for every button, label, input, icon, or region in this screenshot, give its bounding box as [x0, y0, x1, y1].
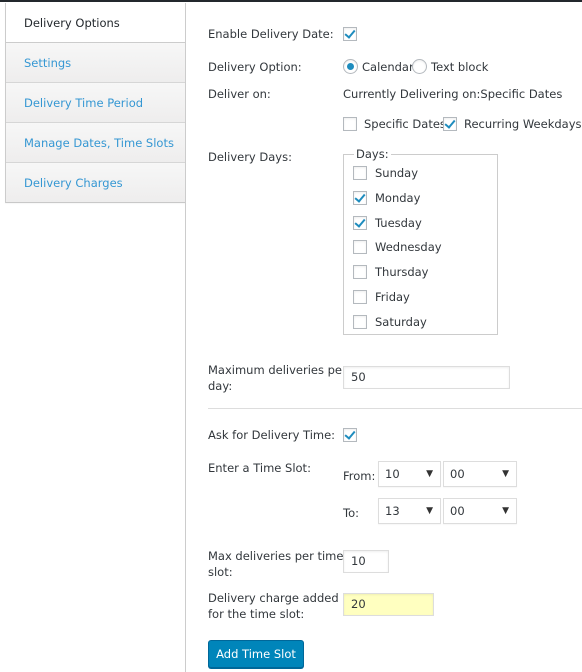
max-deliveries-per-day-label-line1: Maximum deliveries per: [208, 363, 347, 377]
enable-delivery-date-checkbox[interactable]: [343, 27, 357, 41]
thursday-checkbox[interactable]: [353, 265, 367, 279]
thursday-label: Thursday: [375, 265, 429, 279]
slot-charge-label-line2: for the time slot:: [208, 607, 305, 621]
from-hour-value: 10: [385, 467, 400, 481]
max-deliveries-per-day-label-line2: day:: [208, 379, 233, 393]
to-minute-select[interactable]: 00 ▼: [443, 498, 517, 524]
max-per-slot-input[interactable]: 10: [343, 550, 389, 573]
time-slot-label: Enter a Time Slot:: [208, 461, 311, 475]
to-label: To:: [343, 506, 359, 520]
chevron-down-icon: ▼: [502, 469, 509, 479]
chevron-down-icon: ▼: [426, 506, 433, 516]
calendar-radio-label: Calendar: [362, 60, 414, 74]
recurring-weekdays-label: Recurring Weekdays: [464, 117, 582, 131]
tab-delivery-charges[interactable]: Delivery Charges: [6, 163, 186, 203]
monday-label: Monday: [375, 191, 421, 205]
slot-charge-input[interactable]: 20: [343, 593, 434, 616]
to-hour-select[interactable]: 13 ▼: [378, 498, 441, 524]
specific-dates-label: Specific Dates: [364, 117, 446, 131]
tab-delivery-time-period[interactable]: Delivery Time Period: [6, 83, 186, 123]
add-time-slot-button[interactable]: Add Time Slot: [208, 640, 304, 668]
monday-checkbox[interactable]: [353, 191, 367, 205]
days-legend: Days:: [354, 147, 391, 162]
wednesday-checkbox[interactable]: [353, 240, 367, 254]
deliver-on-label: Deliver on:: [208, 87, 271, 101]
top-border: [0, 0, 582, 2]
sunday-checkbox[interactable]: [353, 166, 367, 180]
friday-checkbox[interactable]: [353, 290, 367, 304]
to-minute-value: 00: [450, 504, 465, 518]
tab-delivery-options[interactable]: Delivery Options: [6, 3, 186, 43]
sunday-label: Sunday: [375, 166, 419, 180]
calendar-radio[interactable]: [343, 59, 358, 74]
chevron-down-icon: ▼: [426, 469, 433, 479]
tuesday-checkbox[interactable]: [353, 216, 367, 230]
enable-delivery-date-label: Enable Delivery Date:: [208, 27, 334, 41]
from-minute-value: 00: [450, 467, 465, 481]
settings-tabs: Delivery Options Settings Delivery Time …: [5, 3, 186, 203]
days-fieldset: Days: Sunday Monday Tuesday Wednesday Th…: [343, 147, 498, 335]
slot-charge-label-line1: Delivery charge added: [208, 591, 339, 605]
max-deliveries-per-day-input[interactable]: 50: [343, 366, 510, 389]
ask-delivery-time-checkbox[interactable]: [343, 428, 357, 442]
max-per-slot-label-line2: slot:: [208, 565, 233, 579]
delivery-days-label: Delivery Days:: [208, 150, 292, 164]
tuesday-label: Tuesday: [375, 216, 422, 230]
from-label: From:: [343, 469, 376, 483]
specific-dates-checkbox[interactable]: [343, 117, 357, 131]
section-divider: [208, 408, 582, 409]
from-minute-select[interactable]: 00 ▼: [443, 461, 517, 487]
delivering-status-text: Currently Delivering on:Specific Dates: [343, 87, 563, 101]
from-hour-select[interactable]: 10 ▼: [378, 461, 441, 487]
chevron-down-icon: ▼: [502, 506, 509, 516]
delivery-option-label: Delivery Option:: [208, 60, 302, 74]
to-hour-value: 13: [385, 504, 400, 518]
saturday-checkbox[interactable]: [353, 315, 367, 329]
recurring-weekdays-checkbox[interactable]: [443, 117, 457, 131]
friday-label: Friday: [375, 290, 410, 304]
text-block-radio[interactable]: [412, 59, 427, 74]
saturday-label: Saturday: [375, 315, 427, 329]
delivery-options-panel: Enable Delivery Date: Delivery Option: C…: [185, 3, 582, 672]
tab-manage-dates-time-slots[interactable]: Manage Dates, Time Slots: [6, 123, 186, 163]
max-per-slot-label-line1: Max deliveries per time: [208, 549, 344, 563]
text-block-radio-label: Text block: [431, 60, 489, 74]
tab-settings[interactable]: Settings: [6, 43, 186, 83]
wednesday-label: Wednesday: [375, 240, 442, 254]
ask-delivery-time-label: Ask for Delivery Time:: [208, 428, 336, 442]
